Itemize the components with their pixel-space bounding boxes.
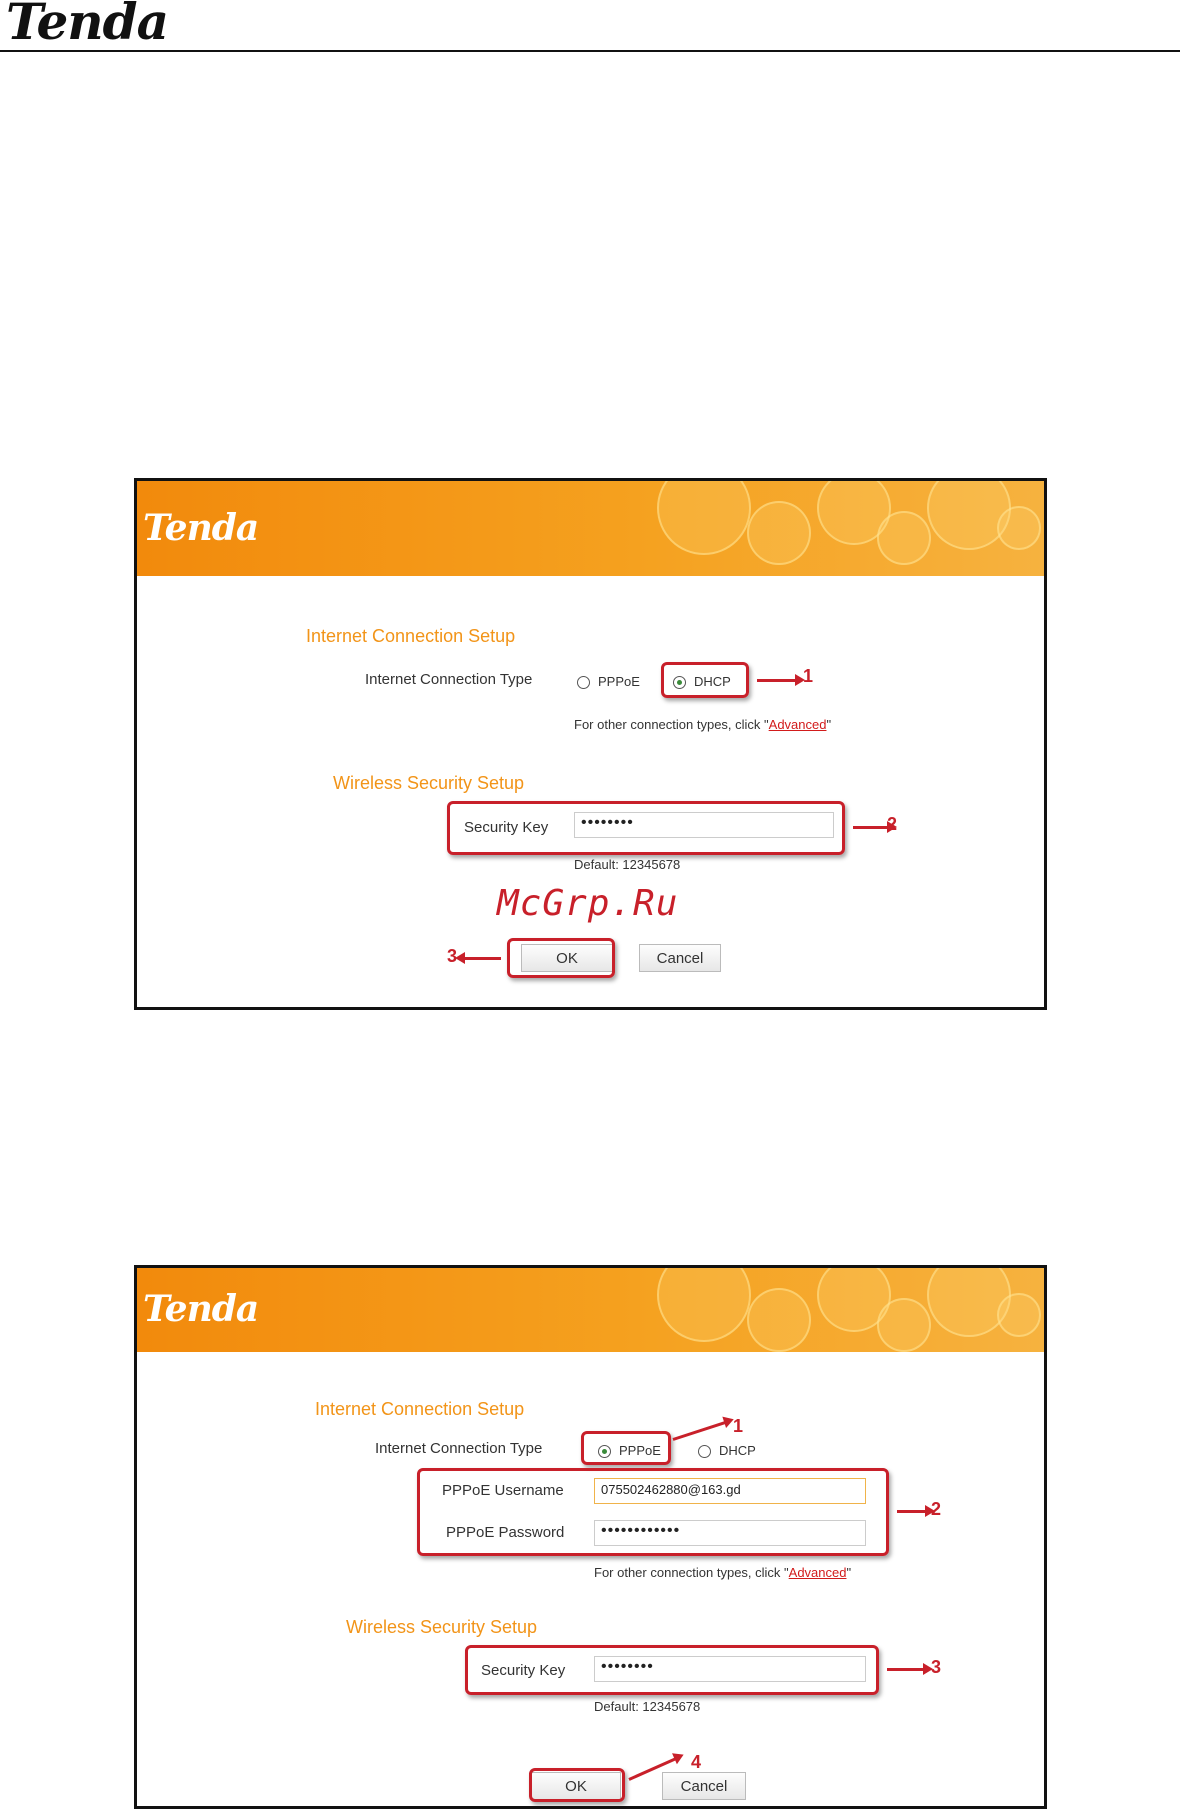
bubble-decoration bbox=[927, 1268, 1011, 1337]
hint-prefix: For other connection types, click " bbox=[594, 1565, 789, 1580]
pppoe-option-label: PPPoE bbox=[598, 674, 640, 689]
hint-suffix: " bbox=[846, 1565, 852, 1580]
banner: Tenda bbox=[137, 481, 1044, 576]
bubble-decoration bbox=[997, 506, 1041, 550]
bubble-decoration bbox=[657, 481, 751, 555]
bubble-decoration bbox=[747, 1288, 811, 1352]
bubble-decoration bbox=[877, 1298, 931, 1352]
document-header: Tenda bbox=[0, 0, 1180, 54]
screenshot-pppoe-setup: Tenda Internet Connection Setup Internet… bbox=[134, 1265, 1047, 1809]
screenshot-dhcp-setup: Tenda Internet Connection Setup Internet… bbox=[134, 478, 1047, 1010]
internet-section-title: Internet Connection Setup bbox=[306, 626, 516, 646]
callout-number-1: 1 bbox=[733, 1416, 744, 1436]
callout-arrow bbox=[897, 1505, 935, 1517]
cancel-button[interactable]: Cancel bbox=[639, 944, 721, 972]
callout-box-pppoe-credentials bbox=[417, 1468, 889, 1556]
callout-number-2: 2 bbox=[931, 1499, 942, 1519]
dhcp-radio[interactable] bbox=[698, 1445, 711, 1458]
callout-box-security-key bbox=[447, 801, 845, 855]
callout-number-2: 2 bbox=[887, 814, 898, 834]
callout-arrow bbox=[887, 1663, 933, 1675]
pppoe-radio[interactable] bbox=[577, 676, 590, 689]
advanced-hint: For other connection types, click "Advan… bbox=[574, 717, 831, 732]
watermark: McGrp.Ru bbox=[497, 883, 679, 924]
bubble-decoration bbox=[927, 481, 1011, 550]
callout-box-pppoe bbox=[581, 1431, 671, 1465]
callout-number-3: 3 bbox=[931, 1657, 942, 1677]
callout-box-security-key bbox=[465, 1645, 879, 1695]
default-key-hint: Default: 12345678 bbox=[594, 1699, 701, 1714]
callout-box-ok bbox=[529, 1768, 625, 1802]
callout-arrow bbox=[757, 674, 805, 686]
connection-type-label: Internet Connection Type bbox=[365, 671, 533, 688]
connection-type-label: Internet Connection Type bbox=[375, 1440, 543, 1457]
cancel-button[interactable]: Cancel bbox=[662, 1772, 746, 1800]
hint-suffix: " bbox=[826, 717, 832, 732]
callout-arrow bbox=[672, 1420, 727, 1441]
internet-section-title: Internet Connection Setup bbox=[315, 1399, 525, 1419]
callout-box-ok bbox=[507, 938, 615, 978]
dhcp-option-label: DHCP bbox=[719, 1443, 756, 1458]
advanced-link[interactable]: Advanced bbox=[769, 717, 827, 732]
bubble-decoration bbox=[877, 511, 931, 565]
bubble-decoration bbox=[657, 1268, 751, 1342]
callout-box-dhcp bbox=[661, 662, 749, 698]
banner-logo: Tenda bbox=[143, 1288, 259, 1330]
default-key-hint: Default: 12345678 bbox=[574, 857, 681, 872]
tenda-logo: Tenda bbox=[6, 0, 169, 51]
bubble-decoration bbox=[747, 501, 811, 565]
callout-arrow bbox=[853, 821, 897, 833]
callout-number-3: 3 bbox=[447, 946, 458, 966]
bubble-decoration bbox=[997, 1293, 1041, 1337]
wireless-section-title: Wireless Security Setup bbox=[346, 1617, 538, 1637]
advanced-hint: For other connection types, click "Advan… bbox=[594, 1565, 851, 1580]
wireless-section-title: Wireless Security Setup bbox=[333, 773, 525, 793]
advanced-link[interactable]: Advanced bbox=[789, 1565, 847, 1580]
banner: Tenda bbox=[137, 1268, 1044, 1352]
callout-arrow bbox=[455, 952, 501, 964]
banner-logo: Tenda bbox=[143, 507, 259, 549]
header-rule bbox=[0, 50, 1180, 52]
callout-number-1: 1 bbox=[803, 666, 814, 686]
callout-number-4: 4 bbox=[691, 1752, 702, 1772]
hint-prefix: For other connection types, click " bbox=[574, 717, 769, 732]
